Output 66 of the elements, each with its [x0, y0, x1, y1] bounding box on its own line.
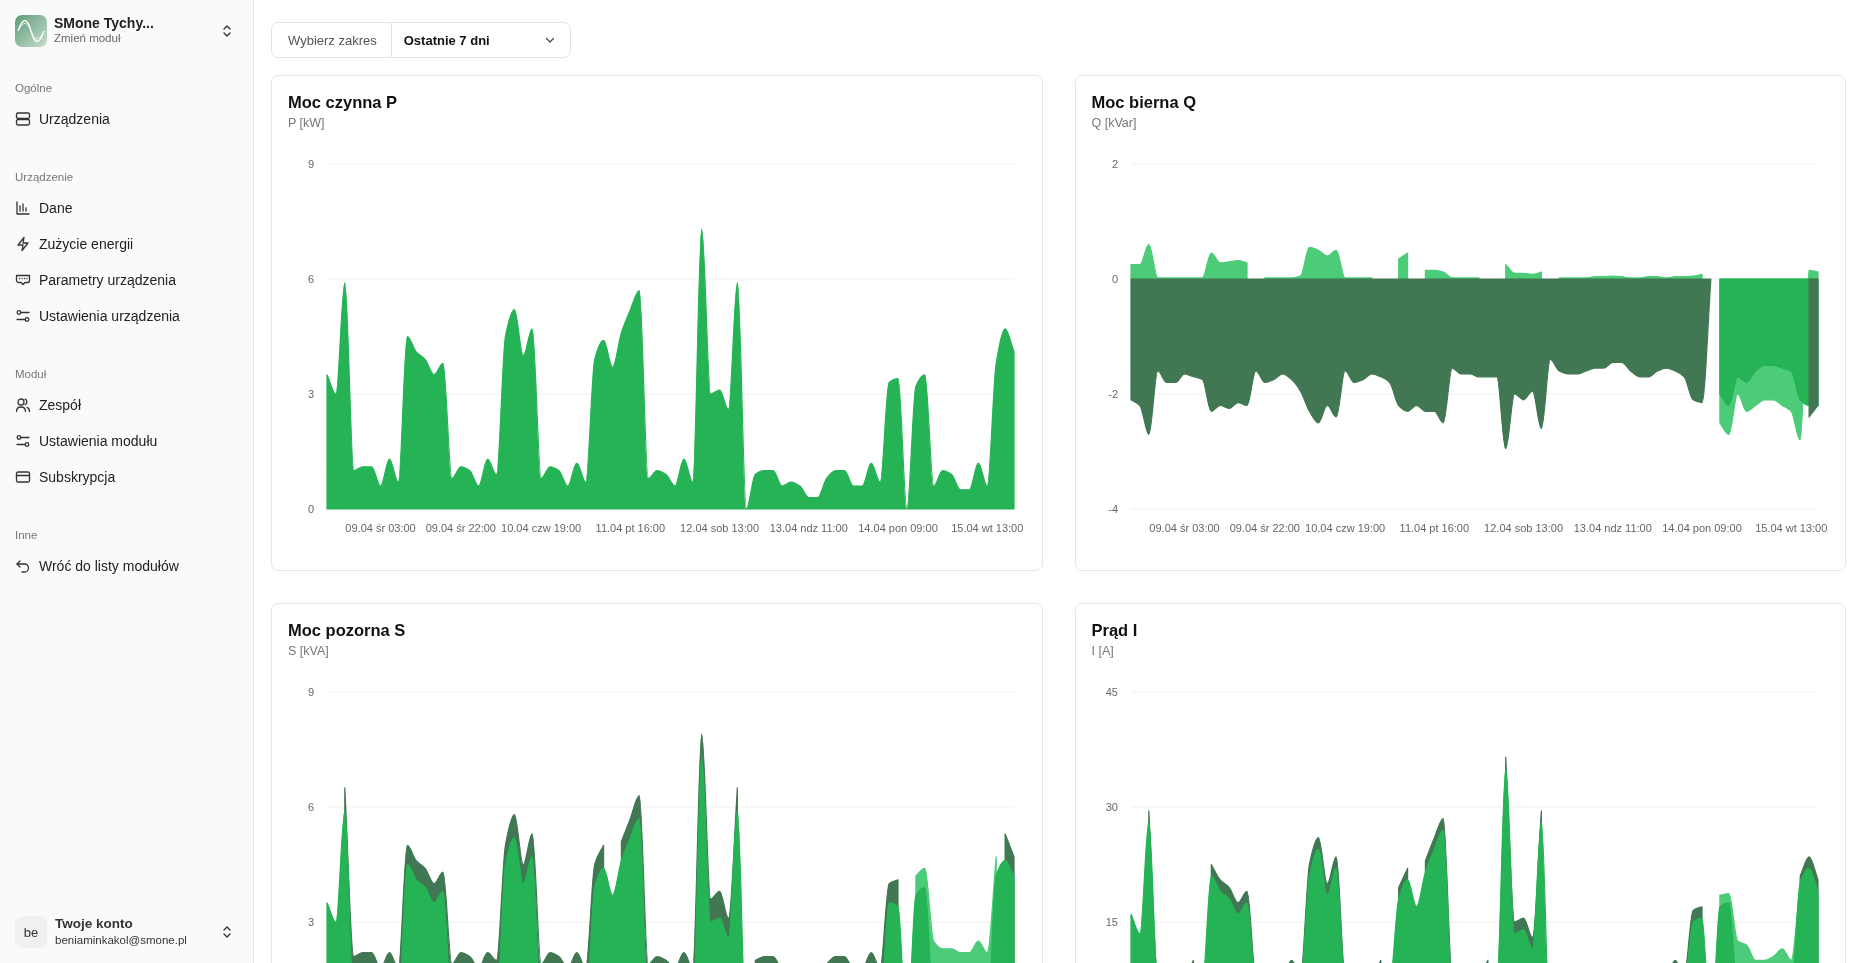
axis-label: 30 — [1105, 801, 1118, 813]
panel-icon — [15, 272, 31, 288]
axis-label: 3 — [307, 388, 314, 400]
axis-label: 09.04 śr 03:00 — [345, 522, 416, 534]
axis-label: 45 — [1105, 686, 1118, 698]
axis-label: 10.04 czw 19:00 — [501, 522, 582, 534]
account-title: Twoje konto — [55, 916, 134, 932]
nav-item[interactable]: Zużycie energii — [15, 226, 238, 262]
axis-label: 13.04 ndz 11:00 — [769, 522, 848, 534]
axis-label: -2 — [1107, 388, 1118, 400]
axis-label: 11.04 pt 16:00 — [595, 522, 666, 534]
nav-item[interactable]: Wróć do listy modułów — [15, 548, 238, 584]
axis-label: 15 — [1105, 916, 1118, 928]
users-icon — [15, 397, 31, 413]
axis-label: 9 — [307, 158, 314, 170]
card-icon — [15, 469, 31, 485]
module-name: SMone Tychy... — [54, 16, 155, 31]
axis-label: 3 — [307, 916, 314, 928]
axis-label: 9 — [307, 686, 314, 698]
axis-label: 0 — [307, 503, 314, 515]
axis-label: 09.04 śr 22:00 — [1229, 522, 1300, 534]
axis-label: -4 — [1107, 503, 1118, 515]
axis-label: 6 — [307, 801, 314, 813]
axis-label: 09.04 śr 03:00 — [1148, 522, 1220, 534]
chart-title: Moc pozorna S — [288, 620, 406, 641]
axis-label: 13.04 ndz 11:00 — [1573, 522, 1652, 534]
axis-label: 09.04 śr 22:00 — [425, 522, 496, 534]
bars-icon — [15, 200, 31, 216]
account-email: beniaminkakol@smone.pl — [55, 933, 188, 948]
section-title: Inne — [15, 528, 38, 543]
axis-label: 12.04 sob 13:00 — [1483, 522, 1563, 534]
nav-item[interactable]: Parametry urządzenia — [15, 262, 238, 298]
axis-label: 0 — [1111, 273, 1118, 285]
nav-item[interactable]: Dane — [15, 190, 238, 226]
section-title: Urządzenie — [15, 170, 74, 185]
axis-label: 14.04 pon 09:00 — [1661, 522, 1742, 534]
nav-item[interactable]: Ustawienia urządzenia — [15, 298, 238, 334]
module-subtitle: Zmień moduł — [54, 31, 122, 46]
nav-item[interactable]: Zespół — [15, 387, 238, 423]
section-title: Ogólne — [15, 81, 53, 96]
server-icon — [15, 111, 31, 127]
chart-unit: S [kVA] — [288, 643, 329, 660]
bolt-icon — [15, 236, 31, 252]
axis-label: 12.04 sob 13:00 — [680, 522, 759, 534]
axis-label: 10.04 czw 19:00 — [1304, 522, 1385, 534]
chart-title: Moc bierna Q — [1091, 92, 1197, 113]
axis-label: 14.04 pon 09:00 — [858, 522, 938, 534]
logo-icon — [15, 15, 47, 47]
axis-label: 2 — [1111, 158, 1118, 170]
avatar: be — [15, 916, 47, 948]
nav-item[interactable]: Ustawienia modułu — [15, 423, 238, 459]
undo-icon — [15, 558, 31, 574]
axis-label: 11.04 pt 16:00 — [1399, 522, 1469, 534]
chart-title: Moc czynna P — [288, 92, 398, 113]
section-title: Moduł — [15, 367, 47, 382]
axis-label: 15.04 wt 13:00 — [1754, 522, 1827, 534]
sliders-icon — [15, 308, 31, 324]
nav-item[interactable]: Urządzenia — [15, 101, 238, 137]
chart-title: Prąd I — [1091, 620, 1138, 641]
chart-unit: Q [kVar] — [1091, 115, 1137, 132]
nav-item[interactable]: Subskrypcja — [15, 459, 238, 495]
chart-unit: I [A] — [1091, 643, 1114, 660]
chart-unit: P [kW] — [288, 115, 325, 132]
sliders-icon — [15, 433, 31, 449]
axis-label: 6 — [307, 273, 314, 285]
axis-label: 15.04 wt 13:00 — [951, 522, 1024, 534]
